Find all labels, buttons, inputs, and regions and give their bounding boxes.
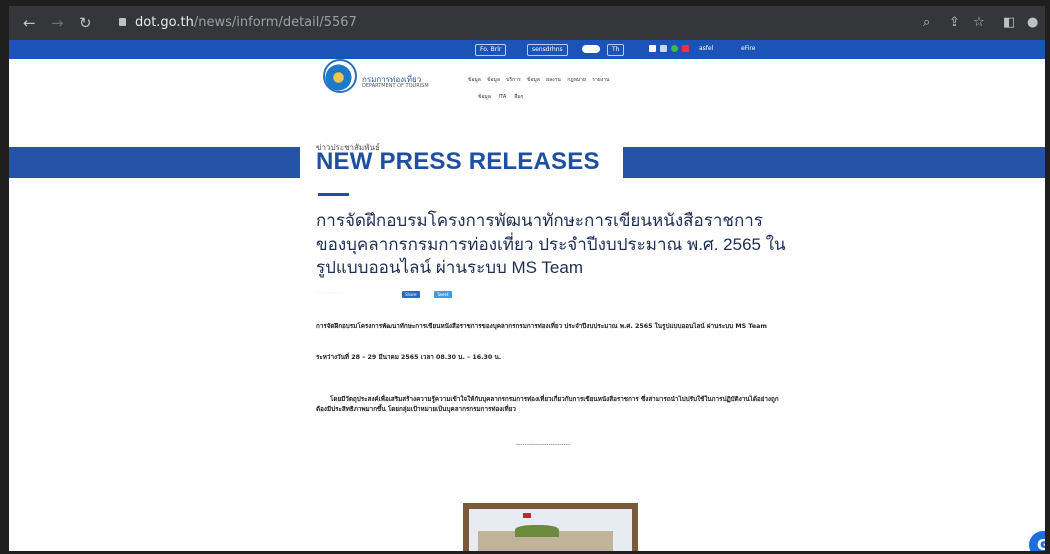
banner-band-right <box>623 147 1045 178</box>
separator-line: ------------------------- <box>516 441 571 448</box>
instagram-icon[interactable] <box>660 45 667 52</box>
article-photo[interactable] <box>463 503 638 551</box>
menu-item[interactable]: ข้อมูล <box>487 77 500 83</box>
article-title: การจัดฝึกอบรมโครงการพัฒนาทักษะการเขียนหน… <box>316 211 786 277</box>
line-icon[interactable] <box>671 45 678 52</box>
menu-item[interactable]: ผลงาน <box>546 77 561 83</box>
accessibility-toggle[interactable] <box>582 45 600 53</box>
facebook-icon[interactable] <box>649 45 656 52</box>
facebook-share-button[interactable]: Share <box>402 291 420 298</box>
menu-item[interactable]: บริการ <box>506 77 520 83</box>
menu-item[interactable]: ITA <box>499 94 507 100</box>
menu-item[interactable]: ข้อมูล <box>478 94 491 100</box>
photo-flag <box>523 513 531 518</box>
url-host: dot.go.th <box>135 15 194 30</box>
url-path: /news/inform/detail/5567 <box>193 15 357 30</box>
article-paragraph-3: โดยมีวัตถุประสงค์เพื่อเสริมสร้างความรู้ค… <box>316 396 779 413</box>
menu-item[interactable]: ข้อมูล <box>527 77 540 83</box>
site-top-bar: Fo. Brlr sensdrhns Th asfel eFire <box>9 40 1045 59</box>
youtube-icon[interactable] <box>682 45 689 52</box>
bookmark-star-icon[interactable]: ☆ <box>973 15 985 31</box>
main-menu-row2: ข้อมูล ITA อื่นๆ <box>478 93 523 101</box>
font-size-dropdown[interactable]: Fo. Brlr <box>475 44 507 56</box>
photo-tree <box>515 525 559 537</box>
browser-toolbar: ← → ↻ dot.go.th/news/inform/detail/5567 … <box>9 6 1045 40</box>
reload-icon[interactable]: ↻ <box>79 15 92 31</box>
chat-widget-button[interactable]: G <box>1029 531 1045 551</box>
profile-icon[interactable]: ● <box>1027 15 1038 31</box>
menu-item[interactable]: ข้อมูล <box>468 77 481 83</box>
page-heading: NEW PRESS RELEASES <box>316 148 600 175</box>
tourism-logo[interactable] <box>323 59 357 93</box>
post-date: · · · · · · · · <box>318 290 342 296</box>
back-icon[interactable]: ← <box>23 15 36 31</box>
banner-band-left <box>9 147 300 178</box>
lock-icon[interactable] <box>119 17 126 26</box>
heading-underline <box>318 193 349 196</box>
share-page-icon[interactable]: ⇪ <box>949 15 960 31</box>
menu-item[interactable]: อื่นๆ <box>514 94 523 100</box>
side-panel-icon[interactable]: ◧ <box>1003 15 1015 31</box>
brand-name-en[interactable]: DEPARTMENT OF TOURISM <box>362 83 429 89</box>
language-dropdown[interactable]: Th <box>607 44 625 56</box>
forward-icon[interactable]: → <box>51 15 64 31</box>
menu-item[interactable]: รายงาน <box>592 77 609 83</box>
zoom-icon[interactable]: ⌕ <box>923 15 930 31</box>
article-paragraph-1: การจัดฝึกอบรมโครงการพัฒนาทักษะการเขียนหน… <box>316 323 767 330</box>
article-paragraph-2: ระหว่างวันที่ 28 – 29 มีนาคม 2565 เวลา 0… <box>316 354 502 361</box>
theme-dropdown[interactable]: sensdrhns <box>527 44 568 56</box>
search-link[interactable]: asfel <box>699 44 713 54</box>
login-link[interactable]: eFire <box>741 44 755 54</box>
main-menu-row1: ข้อมูล ข้อมูล บริการ ข้อมูล ผลงาน กฎหมาย… <box>468 76 609 84</box>
browser-window: ← → ↻ dot.go.th/news/inform/detail/5567 … <box>9 6 1045 551</box>
address-bar[interactable]: dot.go.th/news/inform/detail/5567 <box>119 13 959 33</box>
twitter-share-button[interactable]: Tweet <box>434 291 452 298</box>
menu-item[interactable]: กฎหมาย <box>567 77 586 83</box>
